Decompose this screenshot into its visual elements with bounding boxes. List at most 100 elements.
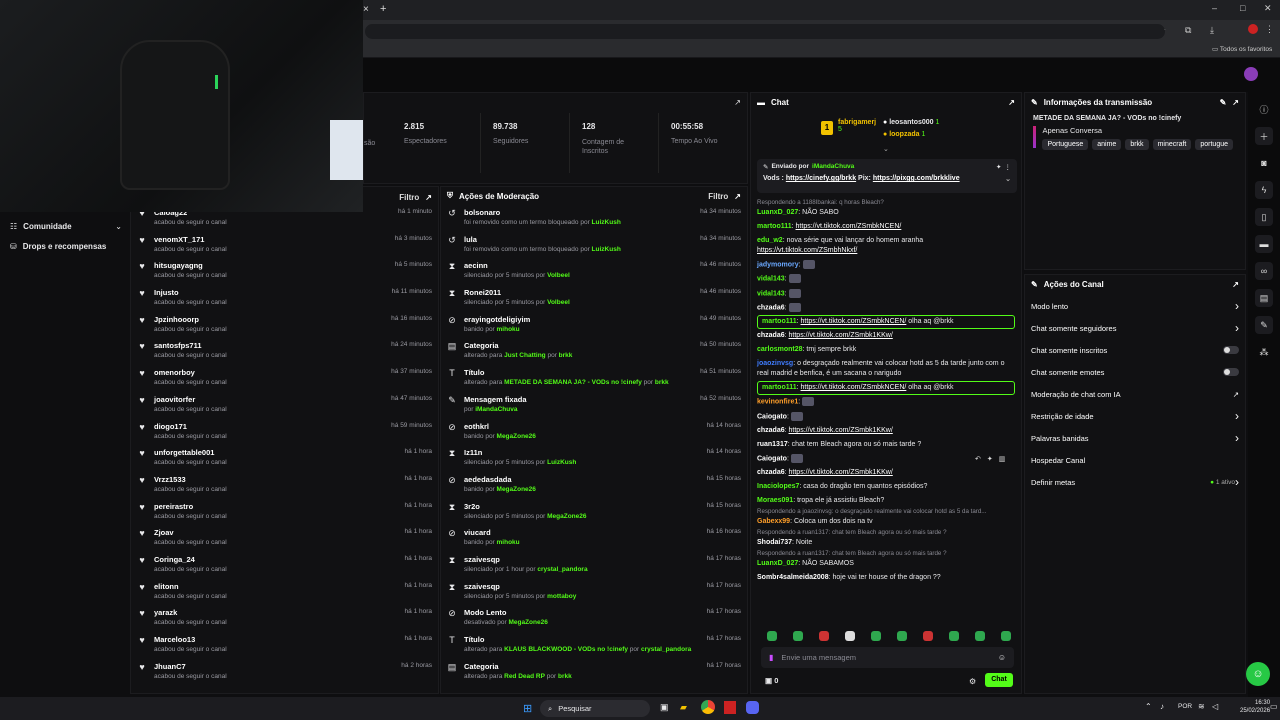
moderation-row[interactable]: ⧗ 3r2o silenciado por 5 minutos por MegaZo…: [441, 499, 747, 526]
chat-message[interactable]: ruan1317: chat tem Bleach agora ou só ma…: [751, 438, 1021, 452]
chat-username[interactable]: carlosmont28: [757, 346, 803, 353]
follower-name[interactable]: diogo171: [154, 422, 227, 431]
moderation-target[interactable]: Categoria: [464, 662, 572, 671]
chat-message[interactable]: martoo111: https://vt.tiktok.com/ZSmbkNC…: [751, 220, 1021, 234]
follower-name[interactable]: Jpzinhooorp: [154, 315, 227, 324]
layout-icon[interactable]: ▤: [1255, 289, 1273, 307]
minimize-icon[interactable]: –: [1212, 3, 1217, 13]
chat-username[interactable]: chzada6: [757, 469, 785, 476]
follow-row[interactable]: ♥ elitonn acabou de seguir o canal há 1 hor…: [131, 579, 438, 606]
emote-button[interactable]: [871, 631, 881, 641]
follower-name[interactable]: Vrzz1533: [154, 475, 227, 484]
emote-button[interactable]: [949, 631, 959, 641]
tag-badge[interactable]: portugue: [1195, 139, 1233, 150]
document-icon[interactable]: ▯: [1255, 208, 1273, 226]
chat-message[interactable]: Moraes091: tropa ele já assistiu Bleach?: [751, 494, 1021, 508]
follower-name[interactable]: hitsugayagng: [154, 261, 227, 270]
notification-icon[interactable]: ▭: [1270, 702, 1278, 711]
settings-icon[interactable]: ⚙: [969, 677, 976, 686]
moderator-name[interactable]: KLAUS BLACKWOOD - VODs no !cinefy: [504, 646, 628, 653]
moderator-name[interactable]: mihoku: [497, 539, 520, 546]
download-icon[interactable]: ⤓: [1210, 25, 1214, 36]
moderation-target[interactable]: bolsonaro: [464, 208, 621, 217]
expand-icon[interactable]: ⌄: [883, 145, 889, 153]
follow-row[interactable]: ♥ Marceloo13 acabou de seguir o canal há 1 …: [131, 632, 438, 659]
wifi-icon[interactable]: ≋: [1198, 702, 1205, 711]
moderation-row[interactable]: ⧗ szaivesqp silenciado por 5 minutos por m…: [441, 579, 747, 606]
chat-message[interactable]: jadymomory:: [751, 258, 1021, 272]
plus-icon[interactable]: ＋: [1255, 127, 1273, 145]
bolt-icon[interactable]: ϟ: [1255, 181, 1273, 199]
follower-name[interactable]: Marceloo13: [154, 635, 227, 644]
follower-name[interactable]: unforgettable001: [154, 448, 227, 457]
moderator-name[interactable]: LuizKush: [592, 219, 621, 226]
moderator-name[interactable]: brkk: [559, 352, 573, 359]
support-chat-button[interactable]: ☺: [1246, 662, 1270, 686]
channel-action-item[interactable]: Restrição de idade ›: [1025, 405, 1245, 427]
follow-row[interactable]: ♥ unforgettable001 acabou de seguir o cana…: [131, 445, 438, 472]
chat-link[interactable]: https://vt.tiktok.com/ZSmbk1KKw/: [789, 469, 893, 476]
chat-username[interactable]: vidal143: [757, 276, 785, 283]
follow-row[interactable]: ♥ Zjoav acabou de seguir o canal há 1 hora: [131, 525, 438, 552]
follower-name[interactable]: Coringa_24: [154, 555, 227, 564]
follower-name[interactable]: Injusto: [154, 288, 227, 297]
emote-button[interactable]: [819, 631, 829, 641]
chat-message[interactable]: vidal143:: [751, 287, 1021, 301]
moderator-name[interactable]: MegaZone26: [547, 513, 586, 520]
all-bookmarks-label[interactable]: ▭ Todos os favoritos: [1212, 45, 1272, 53]
chat-username[interactable]: LuanxD_027: [757, 560, 798, 567]
channel-action-item[interactable]: Chat somente inscritos: [1025, 339, 1245, 361]
follower-name[interactable]: joaovitorfer: [154, 395, 227, 404]
reply-context[interactable]: Respondendo a ruan1317: chat tem Bleach …: [751, 550, 1021, 557]
emote-button[interactable]: [767, 631, 777, 641]
emote-button[interactable]: [1001, 631, 1011, 641]
chat-username[interactable]: ruan1317: [757, 441, 788, 448]
follower-name[interactable]: yarazk: [154, 608, 227, 617]
chat-username[interactable]: chzada6: [757, 427, 785, 434]
follow-row[interactable]: ♥ omenorboy acabou de seguir o canal há 37 …: [131, 365, 438, 392]
follow-row[interactable]: ♥ venomXT_171 acabou de seguir o canal há 3…: [131, 232, 438, 259]
moderator-name[interactable]: METADE DA SEMANA JA? - VODs no !cinefy: [504, 379, 642, 386]
user-avatar[interactable]: [1244, 67, 1258, 81]
toggle-switch[interactable]: [1223, 368, 1239, 376]
moderator-name[interactable]: crystal_pandora: [641, 646, 691, 653]
chat-message[interactable]: Sombr4salmeida2008: hoje vai ter house o…: [751, 571, 1021, 585]
chat-username[interactable]: Caiogato: [757, 413, 787, 420]
chat-username[interactable]: martoo111: [762, 318, 797, 325]
chat-message[interactable]: Respondendo a joaozinvsg: o desgraçado r…: [751, 508, 1021, 529]
follow-row[interactable]: ♥ JhuanC7 acabou de seguir o canal há 2 hor…: [131, 659, 438, 686]
moderator-name[interactable]: Red Dead RP: [504, 673, 545, 680]
reply-context[interactable]: Respondendo a joaozinvsg: o desgraçado r…: [751, 508, 1021, 515]
chat-username[interactable]: chzada6: [757, 332, 785, 339]
moderation-target[interactable]: erayingotdeligiyim: [464, 315, 530, 324]
url-field[interactable]: [365, 24, 1165, 39]
chat-message[interactable]: edu_w2: nova série que vai lançar do hom…: [751, 234, 1021, 258]
popout-icon[interactable]: ↗: [1232, 98, 1239, 107]
popout-icon[interactable]: ↗: [1232, 280, 1239, 289]
reply-context[interactable]: Respondendo a 1188Ibankai: q horas Bleac…: [751, 199, 1021, 206]
chat-message[interactable]: Caiogato:: [751, 410, 1021, 424]
tools-icon[interactable]: ✎: [1255, 316, 1273, 334]
emote-button[interactable]: [897, 631, 907, 641]
moderation-target[interactable]: viucard: [464, 528, 520, 537]
moderator-name[interactable]: iMandaChuva: [475, 406, 517, 413]
close-tab-icon[interactable]: ×: [363, 4, 369, 15]
mic-icon[interactable]: ▮: [769, 653, 773, 662]
moderation-row[interactable]: ▤ Categoria alterado para Red Dead RP por …: [441, 659, 747, 686]
follower-name[interactable]: venomXT_171: [154, 235, 227, 244]
moderator-name[interactable]: MegaZone26: [508, 619, 547, 626]
reply-context[interactable]: Respondendo a ruan1317: chat tem Bleach …: [751, 529, 1021, 536]
moderation-target[interactable]: Categoria: [464, 341, 572, 350]
moderation-target[interactable]: Modo Lento: [464, 608, 548, 617]
follow-row[interactable]: ♥ yarazk acabou de seguir o canal há 1 hora: [131, 605, 438, 632]
moderation-row[interactable]: T Título alterado para METADE DA SEMANA JA…: [441, 365, 747, 392]
tag-badge[interactable]: minecraft: [1152, 139, 1192, 150]
chat-link[interactable]: https://vt.tiktok.com/ZSmbkNCEN/: [801, 384, 907, 391]
moderation-row[interactable]: ↺ bolsonaro foi removido como um termo blo…: [441, 205, 747, 232]
trash-icon[interactable]: ▥: [999, 455, 1006, 467]
chat-username[interactable]: martoo111: [762, 384, 797, 391]
link-icon[interactable]: ∞: [1255, 262, 1273, 280]
taskbar-search[interactable]: ⌕ Pesquisar: [540, 700, 650, 717]
camera-icon[interactable]: ◙: [1255, 154, 1273, 172]
follow-row[interactable]: ♥ hitsugayagng acabou de seguir o canal há …: [131, 258, 438, 285]
